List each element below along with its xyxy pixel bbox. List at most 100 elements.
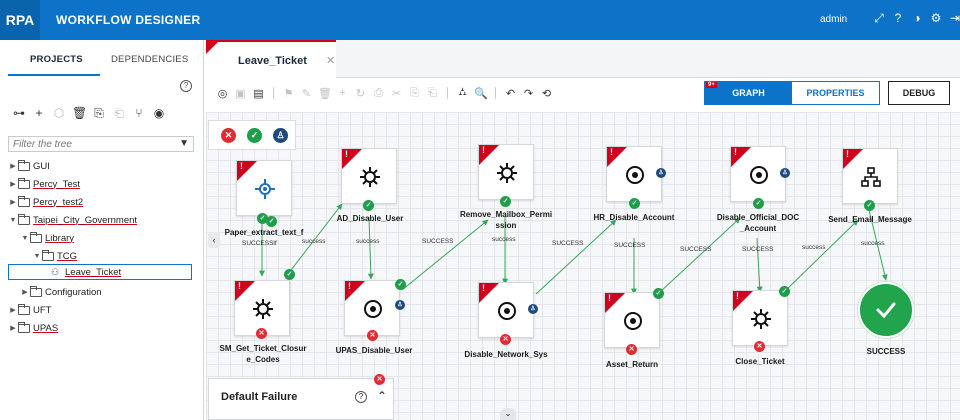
copy-icon[interactable]: ⎘ bbox=[92, 106, 106, 121]
layout-icon[interactable]: ⛼ bbox=[456, 86, 469, 100]
app-title: WORKFLOW DESIGNER bbox=[56, 13, 201, 27]
tab-title: Leave_Ticket bbox=[238, 55, 307, 67]
success-status-icon[interactable]: ✓ bbox=[247, 128, 262, 143]
help-icon[interactable]: ? bbox=[892, 12, 904, 24]
tree-item-percy-test2[interactable]: ▶ Percy_test2 bbox=[8, 194, 83, 210]
workflow-node[interactable]: ! bbox=[344, 280, 400, 336]
debug-button[interactable]: DEBUG bbox=[888, 81, 950, 105]
tree-item-taipei[interactable]: ▼ Taipei_City_Government bbox=[8, 212, 137, 228]
workflow-canvas[interactable]: ✕ ✓ ♙ ‹ ! ✓ Paper_extract_text_f SUCCESS… bbox=[206, 112, 960, 420]
tree-item-percy-test[interactable]: ▶ Percy_Test bbox=[8, 176, 80, 192]
tree-item-uft[interactable]: ▶ UFT bbox=[8, 302, 51, 318]
help-icon[interactable]: ? bbox=[355, 391, 367, 403]
chevron-up-icon[interactable]: ⌃ bbox=[377, 389, 387, 403]
success-port-icon[interactable]: ✓ bbox=[266, 216, 277, 227]
app-logo[interactable]: RPA bbox=[0, 0, 40, 40]
undo-icon[interactable]: ↶ bbox=[504, 87, 517, 100]
workflow-node[interactable]: ! bbox=[730, 146, 786, 202]
help-icon[interactable]: ? bbox=[180, 80, 192, 92]
document-icon[interactable]: ▤ bbox=[252, 87, 265, 100]
workflow-node[interactable]: ! bbox=[341, 148, 397, 204]
workflow-node[interactable]: ! bbox=[236, 160, 292, 216]
workflow-node[interactable]: ! bbox=[732, 290, 788, 346]
success-port-icon[interactable]: ✓ bbox=[395, 279, 406, 290]
failure-port-icon[interactable]: ✕ bbox=[500, 334, 511, 345]
success-end-node[interactable] bbox=[858, 282, 914, 338]
hierarchy-icon[interactable]: ⊶ bbox=[12, 106, 26, 120]
expand-arrow-icon[interactable]: ▶ bbox=[8, 198, 18, 206]
tree-item-configuration[interactable]: ▶ Configuration bbox=[20, 284, 102, 300]
flag-icon[interactable]: ⚑ bbox=[282, 87, 295, 100]
workflow-node[interactable]: ! bbox=[478, 144, 534, 200]
user-icon: ♙ bbox=[395, 300, 405, 310]
success-port-icon[interactable]: ✓ bbox=[284, 269, 295, 280]
success-port-icon[interactable]: ✓ bbox=[363, 200, 374, 211]
tree-item-library[interactable]: ▼ Library bbox=[20, 230, 74, 246]
edit-icon[interactable]: ✎ bbox=[300, 87, 313, 100]
expand-icon[interactable]: ⤢ bbox=[873, 12, 885, 24]
failure-port-icon[interactable]: ✕ bbox=[374, 374, 385, 385]
cube-icon[interactable]: ⬡ bbox=[52, 106, 66, 120]
success-port-icon[interactable]: ✓ bbox=[779, 286, 790, 297]
expand-arrow-icon[interactable]: ▶ bbox=[20, 288, 30, 296]
failure-port-icon[interactable]: ✕ bbox=[626, 344, 637, 355]
expand-arrow-icon[interactable]: ▶ bbox=[8, 324, 18, 332]
workflow-node[interactable]: ! bbox=[606, 146, 662, 202]
paste-icon[interactable]: ⎗ bbox=[112, 106, 126, 121]
collapse-arrow-icon[interactable]: ▼ bbox=[32, 253, 42, 260]
history-icon[interactable]: ⟲ bbox=[540, 87, 553, 100]
target-icon[interactable]: ◉ bbox=[152, 106, 166, 120]
tree-item-tcg[interactable]: ▼ TCG bbox=[32, 248, 77, 264]
tree-item-gui[interactable]: ▶ GUI bbox=[8, 158, 50, 174]
success-port-icon[interactable]: ✓ bbox=[864, 200, 875, 211]
properties-view-button[interactable]: PROPERTIES bbox=[792, 82, 879, 104]
theme-icon[interactable]: ◑ bbox=[911, 12, 923, 24]
cut-icon[interactable]: ✂ bbox=[390, 87, 403, 100]
tree-item-leave-ticket[interactable]: ⚇ Leave_Ticket bbox=[8, 264, 192, 280]
graph-view-button[interactable]: 9+ GRAPH bbox=[705, 82, 792, 104]
user-name[interactable]: admin bbox=[820, 14, 847, 25]
filter-icon[interactable]: ▼ bbox=[179, 138, 189, 149]
add-icon[interactable]: + bbox=[336, 87, 349, 99]
failure-port-icon[interactable]: ✕ bbox=[367, 330, 378, 341]
clipboard-icon[interactable]: ⎙ bbox=[372, 87, 385, 100]
zoom-icon[interactable]: 🔍 bbox=[474, 87, 488, 100]
close-icon[interactable]: ✕ bbox=[326, 54, 335, 67]
tab-leave-ticket[interactable]: Leave_Ticket ✕ bbox=[206, 40, 336, 78]
workflow-node[interactable]: ! bbox=[604, 292, 660, 348]
success-port-icon[interactable]: ✓ bbox=[753, 198, 764, 209]
paste-icon[interactable]: ⎗ bbox=[426, 87, 439, 100]
logout-icon[interactable]: ⇥ bbox=[949, 12, 960, 24]
filter-input[interactable] bbox=[9, 137, 169, 151]
delete-icon[interactable]: 🗑 bbox=[318, 87, 332, 100]
failure-status-icon[interactable]: ✕ bbox=[221, 128, 236, 143]
add-icon[interactable]: + bbox=[32, 106, 46, 120]
copy-icon[interactable]: ⎘ bbox=[408, 87, 421, 100]
chevron-down-icon[interactable]: ⌄ bbox=[500, 408, 516, 420]
tab-dependencies[interactable]: DEPENDENCIES bbox=[111, 54, 188, 65]
workflow-node[interactable]: ! bbox=[478, 282, 534, 338]
collapse-arrow-icon[interactable]: ▼ bbox=[20, 235, 30, 242]
failure-port-icon[interactable]: ✕ bbox=[256, 328, 267, 339]
delete-icon[interactable]: 🗑 bbox=[72, 106, 87, 120]
success-port-icon[interactable]: ✓ bbox=[629, 198, 640, 209]
edge-label: success bbox=[356, 238, 380, 245]
settings-icon[interactable]: ⚙ bbox=[930, 12, 942, 24]
redo-icon[interactable]: ↷ bbox=[522, 87, 535, 100]
tree-item-upas[interactable]: ▶ UPAS bbox=[8, 320, 58, 336]
branch-icon[interactable]: ⑂ bbox=[132, 106, 146, 120]
success-port-icon[interactable]: ✓ bbox=[653, 288, 664, 299]
success-port-icon[interactable]: ✓ bbox=[500, 196, 511, 207]
workflow-node[interactable]: ! bbox=[842, 148, 898, 204]
collapse-left-icon[interactable]: ‹ bbox=[208, 232, 220, 248]
collapse-arrow-icon[interactable]: ▼ bbox=[8, 217, 18, 224]
tab-projects[interactable]: PROJECTS bbox=[30, 54, 83, 65]
target-icon[interactable]: ◎ bbox=[216, 87, 229, 100]
failure-port-icon[interactable]: ✕ bbox=[754, 341, 765, 352]
expand-arrow-icon[interactable]: ▶ bbox=[8, 306, 18, 314]
save-icon[interactable]: ▣ bbox=[234, 87, 247, 100]
expand-arrow-icon[interactable]: ▶ bbox=[8, 180, 18, 188]
expand-arrow-icon[interactable]: ▶ bbox=[8, 162, 18, 170]
refresh-icon[interactable]: ↻ bbox=[354, 87, 367, 100]
user-status-icon[interactable]: ♙ bbox=[273, 128, 288, 143]
